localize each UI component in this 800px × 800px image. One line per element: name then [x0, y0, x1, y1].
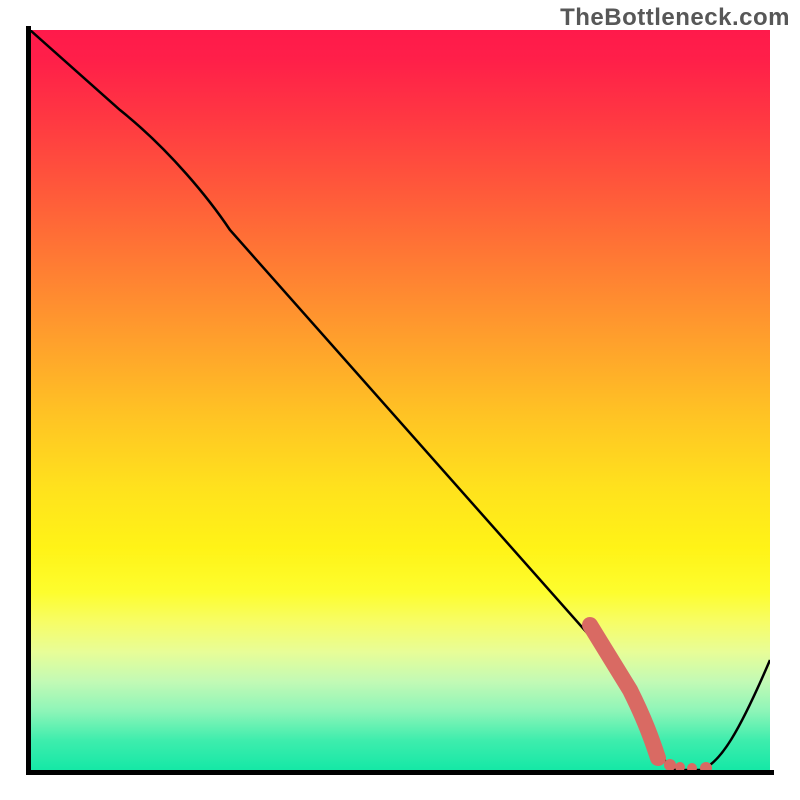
chart-container: TheBottleneck.com [0, 0, 800, 800]
highlight-dot [675, 762, 685, 770]
bottleneck-curve [30, 30, 770, 770]
watermark-text: TheBottleneck.com [560, 4, 790, 32]
x-axis [26, 770, 774, 775]
highlight-dot [687, 763, 697, 770]
y-axis [26, 26, 31, 774]
chart-svg [30, 30, 770, 770]
highlight-segment-main [590, 625, 658, 758]
